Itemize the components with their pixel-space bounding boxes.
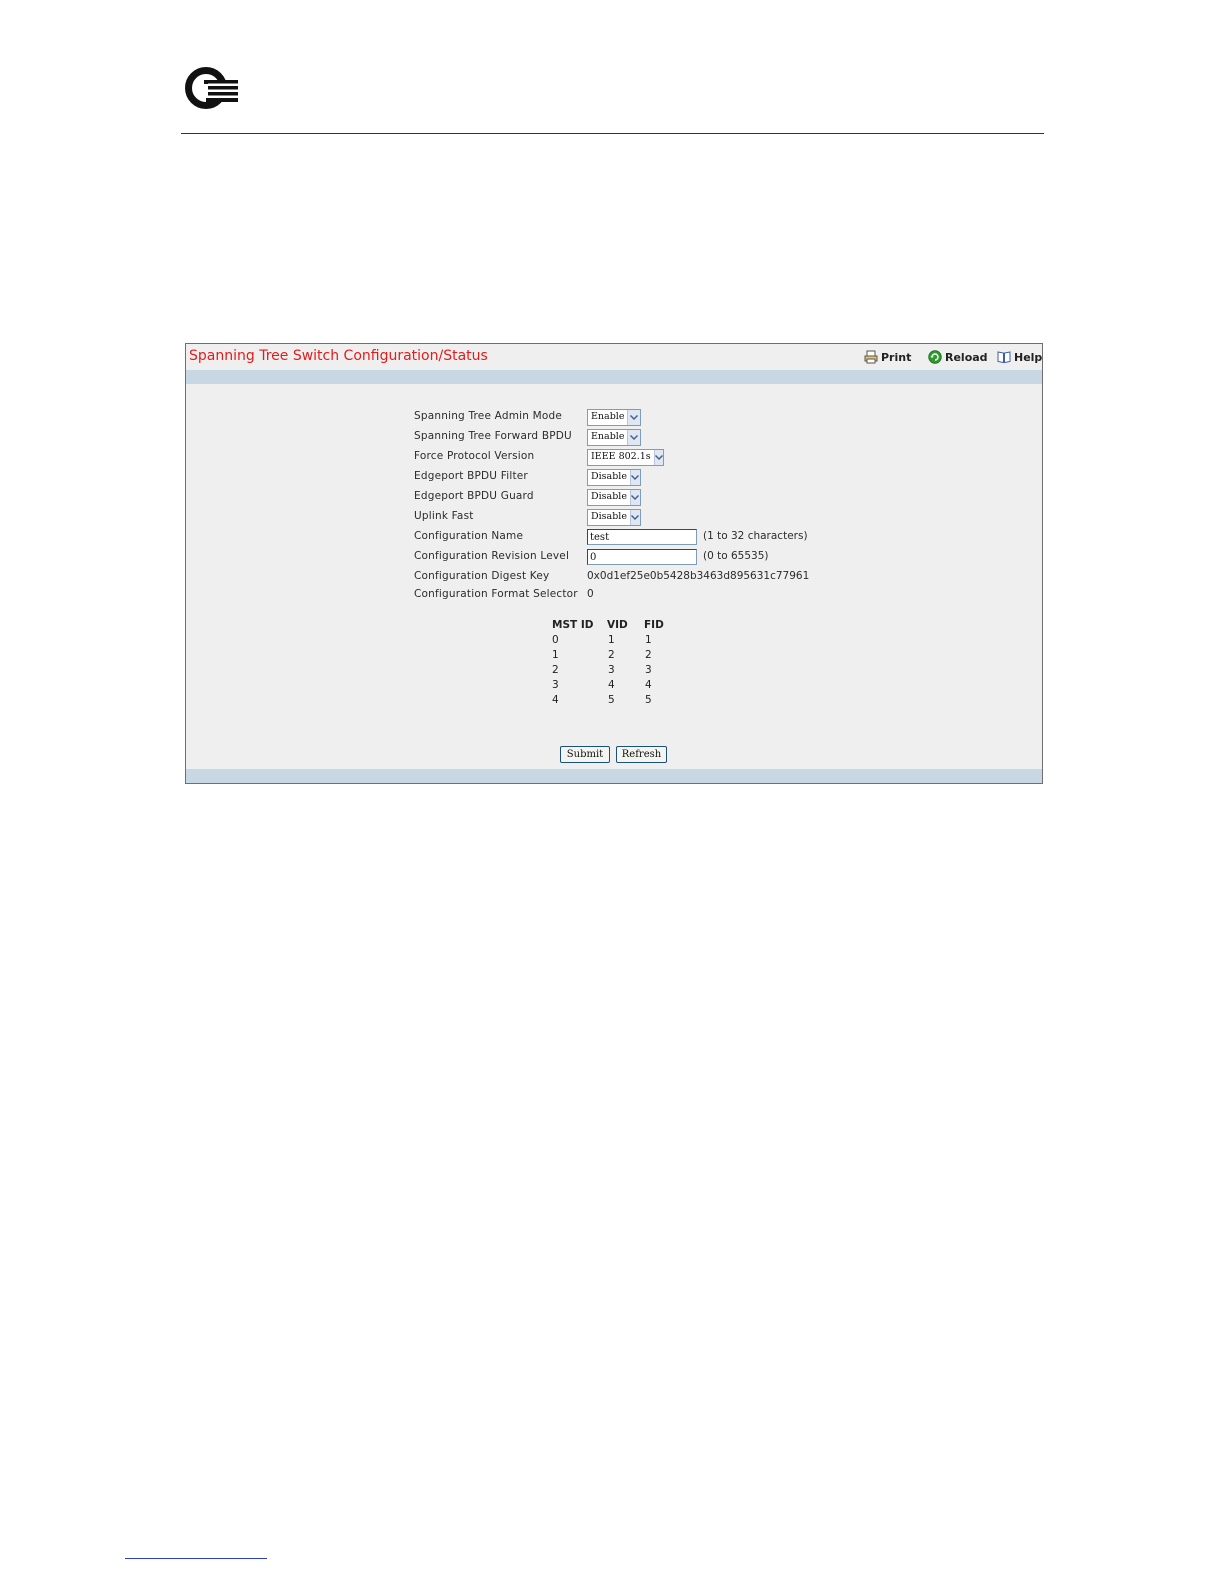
help-label: Help (1014, 350, 1043, 364)
mst-id-cell: 1 (552, 649, 559, 661)
print-button[interactable]: Print (864, 349, 911, 365)
format-selector-value: 0 (587, 588, 594, 600)
chevron-down-icon (627, 410, 640, 425)
help-button[interactable]: Help (997, 349, 1042, 365)
page-title: Spanning Tree Switch Configuration/Statu… (189, 348, 488, 364)
revision-level-hint: (0 to 65535) (703, 550, 769, 562)
vid-cell: 3 (608, 664, 615, 676)
format-selector-row: Configuration Format Selector 0 (414, 587, 1034, 605)
vid-cell: 2 (608, 649, 615, 661)
edgeport-filter-label: Edgeport BPDU Filter (414, 470, 528, 482)
header-divider (181, 133, 1044, 134)
digest-key-value: 0x0d1ef25e0b5428b3463d895631c77961 (587, 570, 810, 582)
admin-mode-row: Spanning Tree Admin Mode Enable (414, 409, 1034, 427)
force-protocol-select[interactable]: IEEE 802.1s (587, 449, 664, 466)
spanning-tree-panel: Spanning Tree Switch Configuration/Statu… (185, 343, 1043, 784)
config-name-row: Configuration Name (1 to 32 characters) (414, 529, 1034, 547)
force-protocol-label: Force Protocol Version (414, 450, 535, 462)
forward-bpdu-label: Spanning Tree Forward BPDU (414, 430, 572, 442)
fid-cell: 2 (645, 649, 652, 661)
config-name-input[interactable] (587, 529, 697, 545)
config-name-label: Configuration Name (414, 530, 524, 542)
edgeport-filter-row: Edgeport BPDU Filter Disable (414, 469, 1034, 487)
vid-cell: 4 (608, 679, 615, 691)
qlogic-logo-icon (185, 67, 238, 109)
chevron-down-icon (629, 470, 640, 485)
forward-bpdu-value: Enable (591, 431, 625, 442)
chevron-down-icon (653, 450, 663, 465)
printer-icon (864, 350, 878, 364)
admin-mode-label: Spanning Tree Admin Mode (414, 410, 563, 422)
edgeport-guard-select[interactable]: Disable (587, 489, 641, 506)
fid-cell: 5 (645, 694, 652, 706)
mst-id-cell: 2 (552, 664, 559, 676)
revision-level-row: Configuration Revision Level (0 to 65535… (414, 549, 1034, 567)
admin-mode-value: Enable (591, 411, 625, 422)
admin-mode-select[interactable]: Enable (587, 409, 641, 426)
reload-button[interactable]: Reload (928, 349, 988, 365)
panel-title-bar: Spanning Tree Switch Configuration/Statu… (186, 344, 1042, 370)
forward-bpdu-row: Spanning Tree Forward BPDU Enable (414, 429, 1034, 447)
revision-level-input[interactable] (587, 549, 697, 565)
fid-cell: 4 (645, 679, 652, 691)
revision-level-label: Configuration Revision Level (414, 550, 570, 562)
reload-icon (928, 350, 942, 364)
forward-bpdu-select[interactable]: Enable (587, 429, 641, 446)
mst-id-cell: 3 (552, 679, 559, 691)
fid-cell: 1 (645, 634, 652, 646)
force-protocol-value: IEEE 802.1s (591, 451, 651, 462)
fid-header: FID (644, 619, 664, 631)
uplink-fast-select[interactable]: Disable (587, 509, 641, 526)
vid-cell: 5 (608, 694, 615, 706)
mst-id-cell: 4 (552, 694, 559, 706)
uplink-fast-label: Uplink Fast (414, 510, 474, 522)
reload-label: Reload (945, 350, 988, 364)
digest-key-row: Configuration Digest Key 0x0d1ef25e0b542… (414, 569, 1034, 587)
edgeport-guard-label: Edgeport BPDU Guard (414, 490, 534, 502)
print-label: Print (881, 350, 912, 364)
config-name-hint: (1 to 32 characters) (703, 530, 808, 542)
vid-header: VID (607, 619, 628, 631)
edgeport-filter-select[interactable]: Disable (587, 469, 641, 486)
vid-cell: 1 (608, 634, 615, 646)
footer-band (186, 769, 1042, 783)
footer-link-underline[interactable] (125, 1558, 267, 1559)
fid-cell: 3 (645, 664, 652, 676)
force-protocol-row: Force Protocol Version IEEE 802.1s (414, 449, 1034, 467)
chevron-down-icon (629, 490, 640, 505)
chevron-down-icon (629, 510, 640, 525)
digest-key-label: Configuration Digest Key (414, 570, 550, 582)
edgeport-guard-row: Edgeport BPDU Guard Disable (414, 489, 1034, 507)
refresh-button[interactable]: Refresh (616, 746, 667, 763)
chevron-down-icon (627, 430, 640, 445)
uplink-fast-value: Disable (591, 511, 627, 522)
submit-button[interactable]: Submit (560, 746, 610, 763)
format-selector-label: Configuration Format Selector (414, 588, 578, 600)
uplink-fast-row: Uplink Fast Disable (414, 509, 1034, 527)
mst-id-cell: 0 (552, 634, 559, 646)
help-book-icon (997, 351, 1011, 364)
edgeport-filter-value: Disable (591, 471, 627, 482)
mst-id-header: MST ID (552, 619, 594, 631)
header-band (186, 370, 1042, 384)
edgeport-guard-value: Disable (591, 491, 627, 502)
